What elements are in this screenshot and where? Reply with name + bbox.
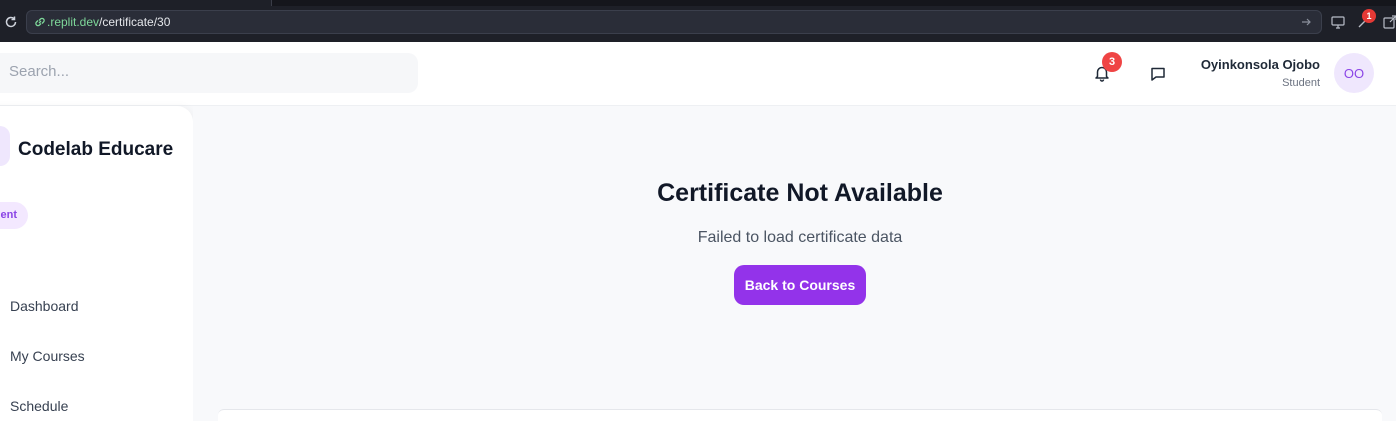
search-box	[0, 53, 418, 93]
back-to-courses-button[interactable]: Back to Courses	[734, 265, 866, 305]
content-card	[218, 409, 1382, 421]
sidebar-item-my-courses[interactable]: My Courses	[0, 341, 190, 373]
url-path: /certificate/30	[99, 15, 171, 29]
brand-name: Codelab Educare	[18, 139, 174, 160]
sidebar-item-label: Dashboard	[10, 298, 79, 314]
extension-badge: 1	[1362, 9, 1376, 23]
role-badge: ent	[0, 202, 28, 229]
address-bar[interactable]: .replit.dev/certificate/30	[26, 10, 1322, 34]
role-badge-label: ent	[0, 209, 18, 221]
external-link-icon[interactable]	[1382, 14, 1396, 30]
avatar[interactable]: OO	[1334, 53, 1374, 93]
notification-count-badge: 3	[1102, 52, 1122, 72]
sidebar-item-label: Schedule	[10, 398, 69, 414]
user-name[interactable]: Oyinkonsola Ojobo	[1201, 57, 1320, 72]
search-input[interactable]	[9, 63, 389, 80]
message-icon[interactable]	[1146, 62, 1170, 86]
sidebar-item-dashboard[interactable]: Dashboard	[0, 291, 190, 323]
tab-strip	[0, 0, 1396, 6]
page-title: Certificate Not Available	[657, 179, 943, 207]
browser-toolbar: .replit.dev/certificate/30 1	[0, 0, 1396, 42]
user-role: Student	[1282, 77, 1320, 89]
main-content: Certificate Not Available Failed to load…	[193, 106, 1396, 421]
url-text: .replit.dev/certificate/30	[47, 15, 170, 29]
sidebar-item-label: My Courses	[10, 348, 85, 364]
reload-icon[interactable]	[2, 13, 20, 31]
monitor-icon[interactable]	[1330, 14, 1346, 30]
app-header: 3 Oyinkonsola Ojobo Student OO	[0, 42, 1396, 106]
link-icon	[33, 15, 47, 29]
url-domain: .replit.dev	[47, 15, 100, 29]
sidebar-item-schedule[interactable]: Schedule	[0, 391, 190, 421]
browser-tab[interactable]	[0, 0, 272, 6]
arrow-right-icon[interactable]	[1299, 15, 1313, 29]
error-message: Failed to load certificate data	[697, 229, 903, 246]
brand-logo	[0, 126, 10, 166]
